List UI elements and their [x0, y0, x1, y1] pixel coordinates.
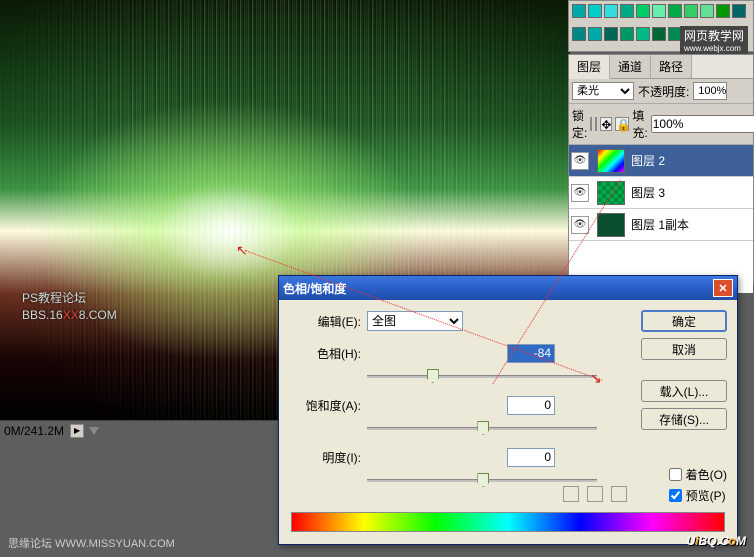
panel-tabs: 图层 通道 路径 [569, 55, 753, 79]
eyedropper-minus-icon[interactable] [611, 486, 627, 502]
load-button[interactable]: 载入(L)... [641, 380, 727, 402]
edit-label: 编辑(E): [289, 313, 361, 330]
saturation-slider[interactable] [367, 420, 597, 438]
opacity-label: 不透明度: [638, 83, 689, 100]
visibility-icon[interactable]: 👁 [571, 216, 589, 234]
hue-slider[interactable] [367, 368, 597, 386]
blend-mode-select[interactable]: 柔光 [572, 82, 634, 100]
saturation-label: 饱和度(A): [289, 397, 361, 414]
visibility-icon[interactable]: 👁 [571, 152, 589, 170]
footer-left: 思缘论坛 WWW.MISSYUAN.COM [8, 535, 175, 551]
menu-triangle-icon[interactable] [89, 427, 99, 435]
footer-logo: UiBQ.CoM [687, 525, 746, 551]
layer-name[interactable]: 图层 1副本 [631, 216, 689, 233]
layer-thumbnail[interactable] [597, 149, 625, 173]
layer-thumbnail[interactable] [597, 213, 625, 237]
layer-row[interactable]: 👁 图层 3 [569, 177, 753, 209]
close-button[interactable]: ✕ [713, 279, 733, 297]
visibility-icon[interactable]: 👁 [571, 184, 589, 202]
edit-select[interactable]: 全图 [367, 311, 463, 331]
arrow-head-icon: ↘ [590, 370, 602, 387]
tab-channels[interactable]: 通道 [610, 55, 651, 78]
layer-row[interactable]: 👁 图层 1副本 [569, 209, 753, 241]
scroll-right-icon[interactable]: ▶ [70, 424, 84, 438]
lock-label: 锁定: [572, 107, 587, 141]
lightness-label: 明度(I): [289, 449, 361, 466]
opacity-input[interactable] [693, 82, 727, 100]
saturation-input[interactable] [507, 396, 555, 415]
tab-paths[interactable]: 路径 [651, 55, 692, 78]
fill-label: 填充: [632, 107, 647, 141]
status-memory: 0M/241.2M [4, 424, 64, 438]
lightness-input[interactable] [507, 448, 555, 467]
tab-layers[interactable]: 图层 [569, 55, 610, 79]
eyedropper-icon[interactable] [563, 486, 579, 502]
watermark-text: PS教程论坛 BBS.16XX8.COM [22, 290, 117, 324]
eyedropper-plus-icon[interactable] [587, 486, 603, 502]
lock-position-icon[interactable]: ✥ [600, 117, 612, 131]
preview-checkbox[interactable]: 预览(P) [669, 487, 726, 504]
layer-name[interactable]: 图层 3 [631, 184, 665, 201]
lock-transparent-icon[interactable] [590, 117, 592, 131]
ok-button[interactable]: 确定 [641, 310, 727, 332]
spectrum-bar [291, 512, 725, 532]
swatch-watermark: 网页教学网 www.webjx.com [680, 26, 748, 54]
lock-pixels-icon[interactable] [595, 117, 597, 131]
layer-name[interactable]: 图层 2 [631, 152, 665, 169]
fill-input[interactable] [651, 115, 754, 133]
cancel-button[interactable]: 取消 [641, 338, 727, 360]
layer-list[interactable]: 👁 图层 2 👁 图层 3 👁 图层 1副本 [569, 145, 753, 293]
arrow-head-icon: ↖ [236, 242, 248, 259]
layers-panel[interactable]: 图层 通道 路径 柔光 不透明度: 锁定: ✥ 🔒 填充: 👁 图层 2 👁 图… [568, 54, 754, 284]
lock-all-icon[interactable]: 🔒 [615, 117, 629, 131]
save-button[interactable]: 存储(S)... [641, 408, 727, 430]
hue-saturation-dialog[interactable]: 色相/饱和度 ✕ 编辑(E): 全图 色相(H): 饱和度(A): 明度(I):… [278, 275, 738, 545]
layer-row[interactable]: 👁 图层 2 [569, 145, 753, 177]
colorize-checkbox[interactable]: 着色(O) [669, 466, 727, 483]
hue-label: 色相(H): [289, 345, 361, 362]
